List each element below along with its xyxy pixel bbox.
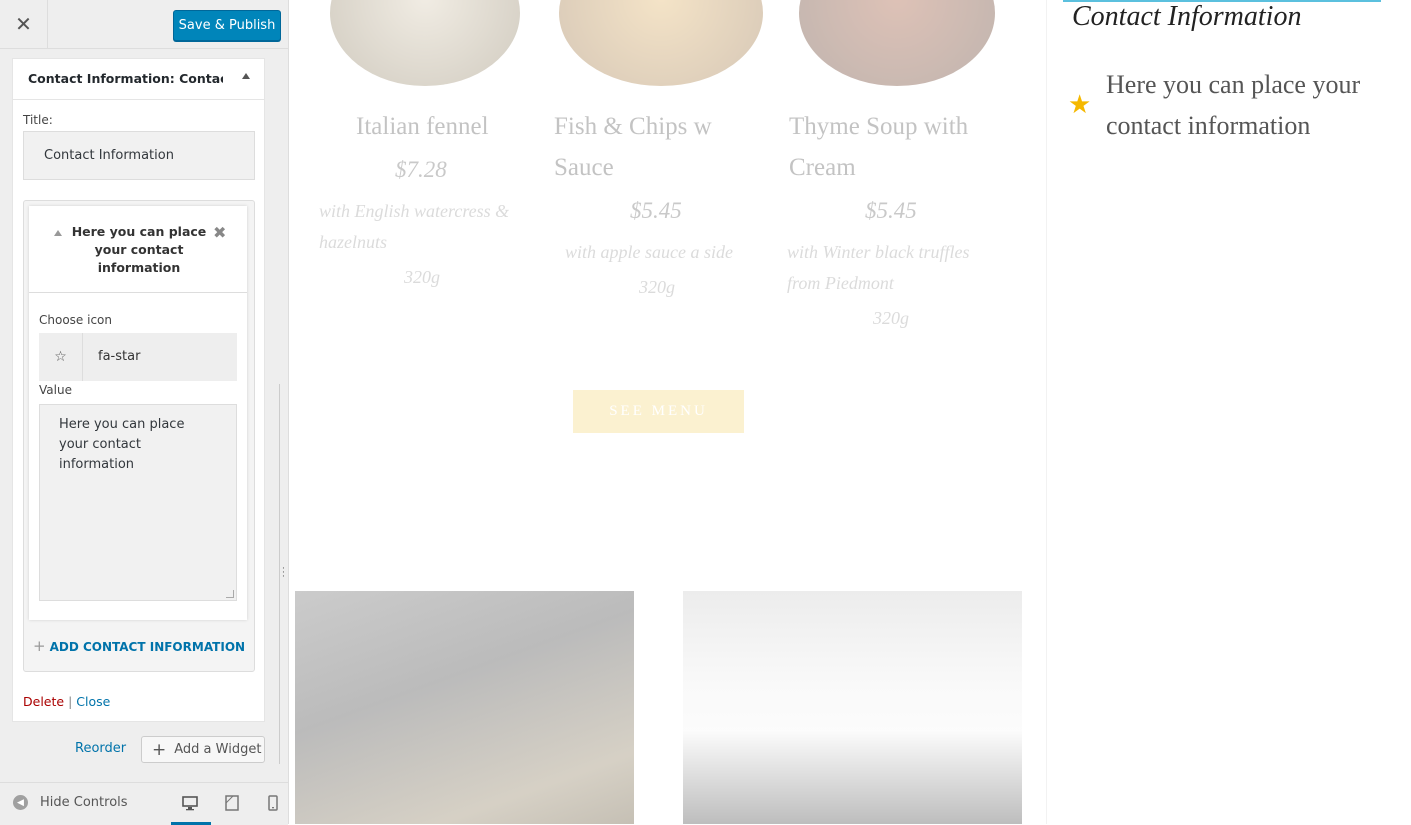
widget-header[interactable]: Contact Information: Contact...: [13, 59, 264, 100]
customizer-header: ✕ Save & Publish: [0, 0, 288, 49]
mobile-icon[interactable]: [265, 795, 281, 811]
dish-name: Fish & Chips w Sauce: [554, 113, 712, 181]
collapse-arrow-icon[interactable]: [242, 73, 250, 79]
plus-icon: +: [152, 739, 167, 760]
tablet-icon[interactable]: [224, 795, 240, 811]
dish-image: [799, 0, 995, 86]
restaurant-photo: [683, 591, 1022, 824]
widget-control-actions: Delete | Close: [23, 694, 110, 709]
contact-repeater: Here you can place your contact informat…: [23, 200, 255, 672]
add-contact-information-button[interactable]: + ADD CONTACT INFORMATION: [33, 637, 245, 655]
resize-handle-icon[interactable]: [226, 590, 234, 598]
contact-widget-heading: Contact Information: [1072, 1, 1302, 32]
site-preview: Italian fennel $7.28 with English waterc…: [289, 0, 1411, 824]
repeater-item-title: Here you can place your contact informat…: [71, 224, 207, 275]
add-widget-label: Add a Widget: [174, 742, 262, 757]
add-widget-button[interactable]: + Add a Widget: [141, 736, 265, 763]
icon-picker[interactable]: ☆ fa-star: [39, 333, 237, 381]
reorder-link[interactable]: Reorder: [75, 741, 126, 756]
desktop-icon[interactable]: [182, 795, 198, 811]
contact-widget-text: Here you can place your contact informat…: [1106, 70, 1361, 140]
hide-controls-button[interactable]: ◀ Hide Controls: [13, 795, 128, 810]
remove-icon[interactable]: ✖: [213, 223, 226, 242]
hide-controls-label: Hide Controls: [40, 795, 128, 810]
delete-link[interactable]: Delete: [23, 694, 64, 709]
title-label: Title:: [23, 113, 53, 127]
close-link[interactable]: Close: [76, 694, 110, 709]
close-icon[interactable]: ✕: [0, 0, 48, 48]
dish-price: $7.28: [395, 157, 447, 182]
value-label: Value: [39, 383, 72, 397]
customizer-sidebar: ✕ Save & Publish Contact Information: Co…: [0, 0, 289, 825]
dish-weight: 320g: [639, 277, 675, 297]
dish-price: $5.45: [630, 198, 682, 223]
widget-title: Contact Information: Contact...: [28, 71, 223, 86]
title-input-value: Contact Information: [44, 148, 174, 163]
dish-description: with English watercress & hazelnuts: [319, 201, 510, 252]
value-textarea-text: Here you can place your contact informat…: [59, 417, 185, 472]
dish-image: [559, 0, 763, 86]
dish-description: with apple sauce a side: [565, 242, 733, 262]
repeater-item: Here you can place your contact informat…: [29, 206, 247, 620]
widget-panel: Contact Information: Contact... Title: C…: [12, 58, 265, 722]
dish-price: $5.45: [865, 198, 917, 223]
save-publish-button[interactable]: Save & Publish: [173, 10, 281, 41]
resize-grip-icon[interactable]: · · ·: [282, 565, 285, 582]
dish-name: Thyme Soup with Cream: [789, 113, 969, 181]
dish-weight: 320g: [404, 267, 440, 287]
dish-weight: 320g: [873, 308, 909, 328]
value-textarea[interactable]: Here you can place your contact informat…: [39, 404, 237, 601]
star-outline-icon: ☆: [39, 333, 83, 381]
dish-name: Italian fennel: [356, 113, 489, 140]
repeater-item-header[interactable]: Here you can place your contact informat…: [29, 206, 247, 293]
icon-picker-value: fa-star: [98, 349, 141, 364]
star-icon: ★: [1068, 90, 1092, 120]
collapse-arrow-icon[interactable]: [54, 230, 62, 236]
dish-image: [330, 0, 520, 86]
choose-icon-label: Choose icon: [39, 313, 112, 327]
collapse-left-icon: ◀: [13, 795, 28, 810]
restaurant-photo: [295, 591, 634, 824]
preview-sidebar-divider: [1046, 0, 1047, 824]
action-separator: |: [68, 694, 73, 709]
title-input[interactable]: Contact Information: [23, 131, 255, 180]
add-contact-label: ADD CONTACT INFORMATION: [49, 640, 246, 654]
plus-icon: +: [33, 637, 46, 655]
see-menu-button[interactable]: SEE MENU: [573, 390, 744, 433]
dish-description: with Winter black truffles from Piedmont: [787, 242, 970, 293]
customizer-footer: ◀ Hide Controls: [0, 782, 288, 825]
